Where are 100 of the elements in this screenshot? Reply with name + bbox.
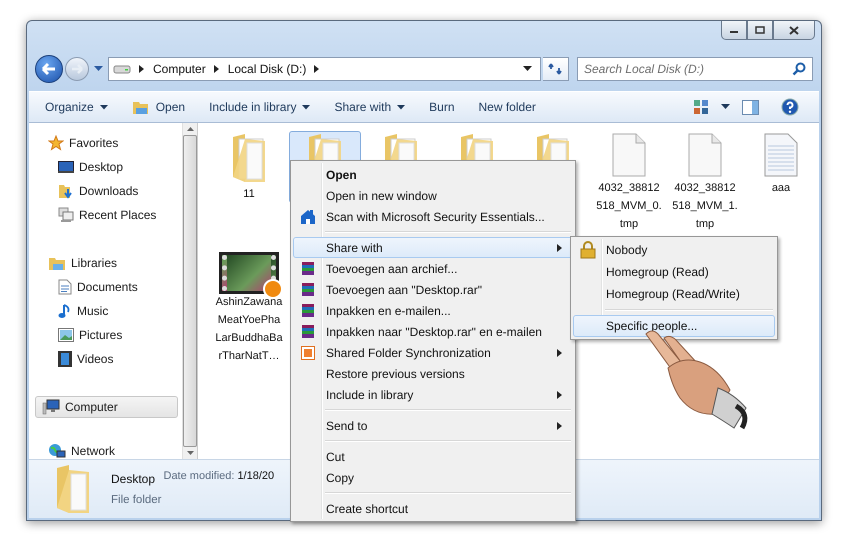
file-item[interactable]: 4032_38812 518_MVM_0. tmp [593, 131, 665, 234]
nav-item[interactable]: Music [35, 300, 178, 322]
menu-item[interactable]: Inpakken naar "Desktop.rar" en e-mailen [293, 321, 573, 342]
menu-item[interactable]: Share with [293, 237, 573, 258]
pane-icon [742, 100, 759, 114]
menu-item[interactable]: Shared Folder Synchronization [293, 342, 573, 363]
forward-arrow-icon [70, 63, 84, 75]
nav-item[interactable]: Videos [35, 348, 178, 370]
media-badge-icon [263, 279, 283, 299]
folder-icon [132, 100, 150, 114]
scroll-down-icon[interactable] [186, 451, 194, 455]
computer-icon [42, 399, 60, 415]
item-name: Desktop [111, 472, 156, 486]
search-field[interactable]: Search Local Disk (D:) [577, 57, 813, 81]
file-item[interactable]: aaa [745, 131, 817, 198]
menu-item[interactable]: Open in new window [293, 185, 573, 206]
back-button[interactable] [35, 55, 63, 83]
network-icon [48, 443, 66, 459]
file-item[interactable]: AshinZawana MeatYoePha LarBuddhaBa rTharNatT… [213, 247, 285, 366]
toolbar-button[interactable]: New folder [470, 96, 544, 118]
refresh-button[interactable] [543, 57, 569, 81]
document-icon [58, 279, 72, 295]
menu-item[interactable]: Copy [293, 467, 573, 488]
menu-item[interactable]: Toevoegen aan archief... [293, 258, 573, 279]
maximize-button[interactable] [747, 21, 773, 40]
books-stack-icon [301, 261, 315, 276]
folder-download-icon [58, 183, 74, 199]
nav-item[interactable]: Desktop [35, 156, 178, 178]
file-name: aaa [772, 181, 790, 196]
search-icon [792, 62, 806, 76]
books-stack-icon [301, 303, 315, 318]
view-grid-icon [693, 99, 709, 115]
menu-item[interactable]: Include in library [293, 384, 573, 405]
picture-icon [58, 328, 74, 342]
blank-file-icon [612, 133, 646, 177]
refresh-icon [548, 62, 564, 76]
toolbar-button[interactable]: Share with [326, 96, 414, 118]
sync-app-icon [301, 346, 315, 360]
minimize-button[interactable] [721, 21, 747, 40]
caret-icon[interactable] [721, 104, 730, 110]
breadcrumb[interactable]: Local Disk (D:) [228, 62, 306, 76]
menu-item[interactable]: Inpakken en e-mailen... [293, 300, 573, 321]
menu-item[interactable]: Nobody [573, 239, 775, 261]
blank-file-icon [688, 133, 722, 177]
scroll-thumb[interactable] [183, 135, 197, 447]
drive-icon [113, 64, 131, 74]
dropdown-icon[interactable] [523, 66, 532, 72]
toolbar-button[interactable]: Organize [37, 96, 116, 118]
toolbar-button[interactable]: Include in library [201, 96, 318, 118]
address-bar[interactable]: Computer Local Disk (D:) [108, 57, 541, 81]
chevron-icon[interactable] [139, 65, 145, 73]
house-shield-icon [300, 208, 316, 224]
menu-item[interactable]: Cut [293, 446, 573, 467]
date-modified-value: 1/18/20 [237, 470, 274, 482]
text-file-icon [764, 133, 798, 177]
film-icon [58, 351, 72, 367]
date-modified-label: Date modified: [164, 470, 234, 482]
menu-item[interactable]: Send to [293, 415, 573, 436]
recent-places-icon [58, 207, 74, 223]
breadcrumb[interactable]: Computer [153, 62, 206, 76]
menu-item[interactable]: Restore previous versions [293, 363, 573, 384]
file-name: 4032_38812 518_MVM_1. tmp [672, 181, 738, 232]
star-icon [48, 135, 64, 151]
menu-item[interactable]: Scan with Microsoft Security Essentials... [293, 206, 573, 227]
nav-item[interactable]: Pictures [35, 324, 178, 346]
nav-item[interactable]: Network [35, 440, 178, 462]
lock-icon [580, 241, 596, 259]
nav-item[interactable]: Favorites [35, 132, 178, 154]
toolbar-button[interactable]: Open [124, 96, 194, 118]
scrollbar[interactable] [182, 123, 198, 459]
chevron-icon[interactable] [314, 65, 320, 73]
file-item[interactable]: 11 [213, 131, 285, 204]
chevron-icon[interactable] [214, 65, 220, 73]
close-icon [789, 26, 799, 34]
nav-item[interactable]: Computer [35, 396, 178, 418]
menu-item[interactable]: Open [293, 164, 573, 185]
file-name: 4032_38812 518_MVM_0. tmp [596, 181, 662, 232]
scroll-up-icon[interactable] [186, 127, 194, 131]
help-icon [781, 98, 799, 116]
nav-item[interactable]: Recent Places [35, 204, 178, 226]
file-item[interactable]: 4032_38812 518_MVM_1. tmp [669, 131, 741, 234]
nav-item[interactable]: Downloads [35, 180, 178, 202]
toolbar-button[interactable]: Burn [421, 96, 462, 118]
library-icon [48, 256, 66, 270]
desktop-icon [58, 160, 74, 174]
menu-item[interactable]: Toevoegen aan "Desktop.rar" [293, 279, 573, 300]
caret-icon[interactable] [94, 66, 103, 72]
books-stack-icon [301, 324, 315, 339]
menu-item[interactable]: Homegroup (Read) [573, 261, 775, 283]
books-stack-icon [301, 282, 315, 297]
item-type: File folder [111, 494, 162, 506]
music-note-icon [58, 303, 72, 319]
nav-item[interactable]: Libraries [35, 252, 178, 274]
file-name: 11 [243, 187, 255, 202]
menu-item[interactable]: Homegroup (Read/Write) [573, 283, 775, 305]
nav-item[interactable]: Documents [35, 276, 178, 298]
menu-item[interactable]: Create shortcut [293, 498, 573, 519]
back-arrow-icon [41, 62, 57, 76]
close-button[interactable] [773, 21, 815, 40]
menu-item[interactable]: Specific people... [573, 315, 775, 337]
